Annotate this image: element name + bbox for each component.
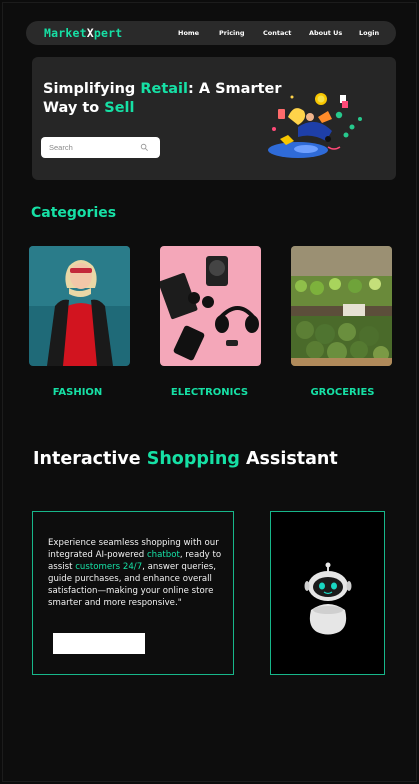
robot-icon: [304, 562, 352, 635]
search-icon[interactable]: [140, 143, 149, 152]
nav-link-about-us[interactable]: About Us: [309, 29, 342, 37]
assistant-info-card: Experience seamless shopping with our in…: [32, 511, 234, 675]
categories-title: Categories: [31, 205, 117, 221]
assistant-description: Experience seamless shopping with our in…: [48, 537, 228, 609]
nav-link-login[interactable]: Login: [359, 29, 379, 37]
logo-part-market: Market: [44, 26, 87, 40]
groceries-photo: [291, 246, 392, 366]
category-label-groceries[interactable]: GROCERIES: [292, 387, 393, 398]
fashion-photo: [29, 246, 130, 366]
search-bar[interactable]: [41, 137, 160, 158]
nav-link-pricing[interactable]: Pricing: [219, 29, 245, 37]
logo-part-x: X: [86, 26, 94, 40]
assistant-text-chatbot: chatbot: [146, 550, 180, 560]
assistant-title: Interactive Shopping Assistant: [33, 449, 338, 469]
category-card-fashion[interactable]: [29, 246, 130, 366]
assistant-text-customers: customers 24/7: [75, 562, 143, 572]
assistant-title-shopping: Shopping: [146, 449, 240, 469]
category-card-electronics[interactable]: [160, 246, 261, 366]
hero-title-retail: Retail: [140, 81, 188, 97]
assistant-title-post: Assistant: [239, 449, 338, 469]
hero-banner: Simplifying Retail: A Smarter Way to Sel…: [32, 57, 396, 180]
category-label-electronics[interactable]: ELECTRONICS: [159, 387, 260, 398]
chatbot-card[interactable]: [270, 511, 385, 675]
assistant-action-button[interactable]: [53, 633, 145, 654]
search-input[interactable]: [49, 141, 139, 154]
shopping-illustration: [268, 93, 362, 158]
hero-title: Simplifying Retail: A Smarter Way to Sel…: [43, 80, 283, 117]
assistant-title-pre: Interactive: [33, 449, 147, 469]
nav-link-home[interactable]: Home: [178, 29, 199, 37]
brand-logo[interactable]: MarketXpert: [44, 26, 122, 40]
nav-link-contact[interactable]: Contact: [263, 29, 291, 37]
logo-part-pert: pert: [93, 26, 123, 40]
hero-title-pre: Simplifying: [43, 81, 141, 97]
category-card-groceries[interactable]: [291, 246, 392, 366]
top-navbar: MarketXpert Home Pricing Contact About U…: [26, 21, 396, 45]
category-label-fashion[interactable]: FASHION: [27, 387, 128, 398]
electronics-photo: [160, 246, 261, 366]
hero-title-sell: Sell: [104, 99, 135, 116]
